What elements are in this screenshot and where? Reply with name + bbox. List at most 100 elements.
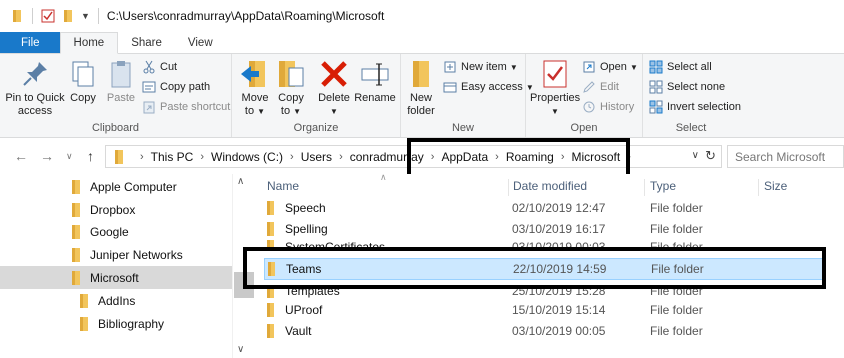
pin-to-quick-access-button[interactable]: Pin to Quick access (5, 58, 65, 118)
nav-item-bibliography[interactable]: Bibliography (0, 312, 232, 335)
paste-button[interactable]: Paste (103, 58, 139, 105)
forward-arrow-icon[interactable]: → (40, 148, 54, 164)
file-row-uproof[interactable]: UProof 15/10/2019 15:14 File folder (264, 299, 824, 321)
select-group: Select all Select none Invert selection … (643, 54, 741, 137)
breadcrumb-separator-icon[interactable]: › (290, 151, 294, 163)
breadcrumb-separator-icon[interactable]: › (495, 151, 499, 163)
column-header-type[interactable]: Type (650, 179, 676, 193)
column-header-name[interactable]: Name (267, 179, 299, 193)
nav-item-google[interactable]: Google (0, 220, 232, 243)
rename-button[interactable]: Rename (354, 58, 396, 105)
ribbon: Pin to Quick access Copy Paste Cut Copy … (0, 54, 844, 138)
paste-shortcut-icon (143, 101, 155, 114)
nav-item-dropbox[interactable]: Dropbox (0, 198, 232, 221)
column-header-date-modified[interactable]: Date modified (513, 179, 587, 193)
move-to-button[interactable]: Move to ▼ (237, 58, 273, 118)
new-item-button[interactable]: New item ▼ (443, 58, 518, 76)
new-group: New folder New item ▼ Easy access ▼ New (401, 54, 534, 137)
easy-access-button[interactable]: Easy access ▼ (443, 78, 534, 96)
column-separator[interactable] (508, 179, 509, 196)
scissors-icon (143, 60, 155, 74)
paste-shortcut-label: Paste shortcut (160, 101, 231, 113)
scroll-down-icon[interactable]: ∨ (237, 344, 244, 355)
open-dropdown-icon: ▼ (629, 62, 638, 72)
file-row-templates[interactable]: Templates 25/10/2019 15:28 File folder (264, 287, 824, 298)
breadcrumb-conradmurray[interactable]: conradmurray (350, 150, 424, 164)
copy-label: Copy (70, 92, 96, 104)
nav-item-microsoft[interactable]: Microsoft (0, 266, 232, 289)
refresh-icon[interactable]: ↻ (705, 148, 716, 164)
breadcrumb-roaming[interactable]: Roaming (506, 150, 554, 164)
pin-icon (23, 62, 47, 86)
breadcrumb-users[interactable]: Users (301, 150, 332, 164)
file-row-teams[interactable]: Teams 22/10/2019 14:59 File folder (264, 258, 824, 280)
edit-button[interactable]: Edit (582, 78, 619, 96)
navigation-pane-scrollbar[interactable]: ∧ ∨ (232, 174, 254, 358)
file-type: File folder (650, 201, 703, 215)
breadcrumb-separator-icon[interactable]: › (627, 151, 631, 163)
nav-item-addins[interactable]: AddIns (0, 289, 232, 312)
delete-button[interactable]: Delete ▼ (317, 58, 351, 118)
qat-separator (97, 8, 99, 24)
file-row-speech[interactable]: Speech 02/10/2019 12:47 File folder (264, 197, 824, 219)
nav-item-juniper-networks[interactable]: Juniper Networks (0, 243, 232, 266)
scroll-up-icon[interactable]: ∧ (237, 176, 244, 187)
breadcrumb-separator-icon[interactable]: › (200, 151, 204, 163)
properties-label: Properties (530, 92, 581, 104)
nav-item-label: Bibliography (98, 316, 165, 331)
select-all-button[interactable]: Select all (649, 58, 712, 76)
tab-view[interactable]: View (175, 32, 226, 53)
folder-icon (267, 240, 274, 249)
select-none-label: Select none (667, 81, 726, 93)
scroll-thumb[interactable] (234, 272, 254, 298)
invert-selection-button[interactable]: Invert selection (649, 98, 741, 116)
folder-icon (268, 262, 275, 276)
folder-icon (72, 179, 80, 194)
customize-qat-dropdown[interactable]: ▼ (81, 11, 90, 21)
breadcrumb-appdata[interactable]: AppData (441, 150, 488, 164)
tab-home[interactable]: Home (59, 32, 119, 54)
address-history-dropdown-icon[interactable]: ∨ (692, 150, 699, 161)
open-label: Open (600, 61, 627, 73)
history-button[interactable]: History (582, 98, 634, 116)
open-button[interactable]: Open ▼ (582, 58, 638, 76)
breadcrumb-windows-c[interactable]: Windows (C:) (211, 150, 283, 164)
copy-path-button[interactable]: Copy path (142, 78, 210, 96)
search-input[interactable]: Search Microsoft (727, 145, 844, 168)
qat-separator (32, 8, 33, 24)
breadcrumb-separator-icon[interactable]: › (561, 151, 565, 163)
back-arrow-icon[interactable]: ← (14, 148, 28, 164)
cut-button[interactable]: Cut (142, 58, 177, 76)
up-arrow-icon[interactable]: ↑ (87, 148, 94, 164)
breadcrumb-separator-icon: › (140, 150, 144, 163)
tab-share[interactable]: Share (118, 32, 175, 53)
copy-button[interactable]: Copy (67, 58, 99, 105)
breadcrumb-microsoft[interactable]: Microsoft (572, 150, 621, 164)
file-row-systemcertificates[interactable]: SystemCertificates 03/10/2019 00:03 File… (264, 240, 824, 249)
breadcrumb-this-pc[interactable]: This PC (151, 150, 194, 164)
folder-icon (72, 202, 80, 217)
rename-label: Rename (354, 92, 396, 104)
file-row-spelling[interactable]: Spelling 03/10/2019 16:17 File folder (264, 218, 824, 240)
properties-qat-icon[interactable] (41, 9, 55, 23)
new-folder-qat-icon[interactable] (61, 9, 75, 23)
nav-item-apple-computer[interactable]: Apple Computer (0, 175, 232, 198)
file-date: 03/10/2019 16:17 (512, 222, 606, 236)
select-none-button[interactable]: Select none (649, 78, 725, 96)
properties-button[interactable]: Properties ▼ (530, 58, 580, 118)
column-separator[interactable] (644, 179, 645, 196)
file-row-vault[interactable]: Vault 03/10/2019 00:05 File folder (264, 320, 824, 342)
history-label: History (600, 101, 635, 113)
paste-shortcut-button[interactable]: Paste shortcut (142, 98, 230, 116)
column-separator[interactable] (758, 179, 759, 196)
breadcrumb-separator-icon[interactable]: › (431, 151, 435, 163)
copy-to-button[interactable]: Copy to ▼ (274, 58, 308, 118)
open-icon (583, 61, 595, 73)
breadcrumb-separator-icon[interactable]: › (339, 151, 343, 163)
address-bar[interactable]: › This PC › Windows (C:) › Users › conra… (105, 145, 722, 168)
new-folder-button[interactable]: New folder (405, 58, 437, 118)
column-header-size[interactable]: Size (764, 179, 787, 193)
tab-file[interactable]: File (0, 32, 60, 53)
recent-locations-chevron-icon[interactable]: ∨ (66, 151, 73, 162)
copy-icon (72, 61, 94, 87)
